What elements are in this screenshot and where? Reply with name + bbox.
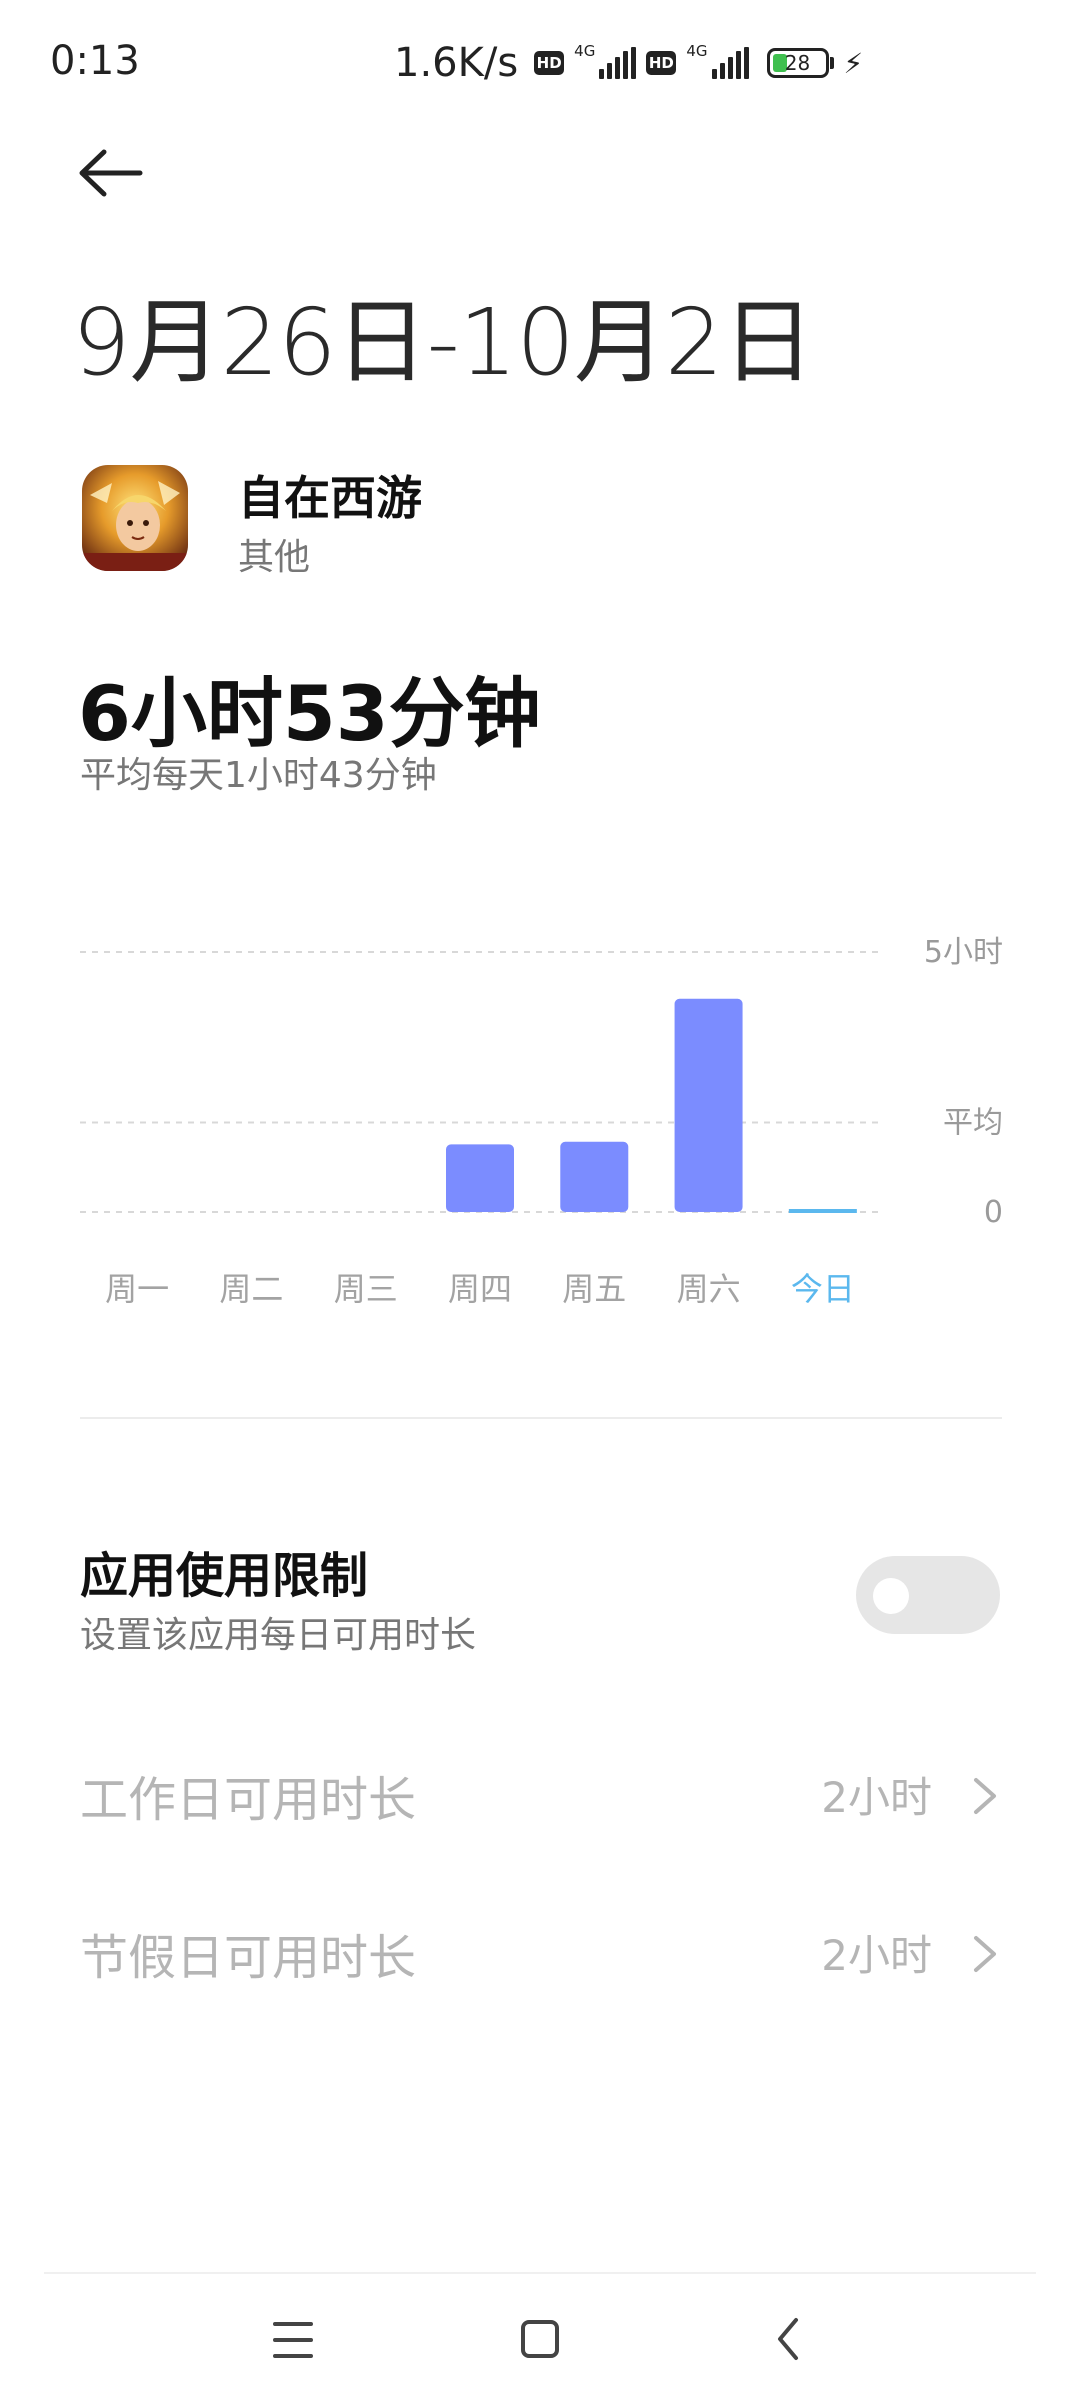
holiday-limit-label: 节假日可用时长 <box>80 1930 417 1986</box>
home-button[interactable] <box>490 2300 590 2380</box>
y-tick-label: 平均 <box>943 1106 1003 1141</box>
x-tick-label: 周三 <box>334 1270 398 1308</box>
battery-icon: 28 <box>766 48 829 78</box>
y-tick-label: 0 <box>984 1195 1003 1230</box>
weekday-limit-label: 工作日可用时长 <box>80 1772 417 1828</box>
x-tick-label: 周五 <box>562 1270 626 1308</box>
section-divider <box>80 1417 1002 1419</box>
hd-icon-2: HD <box>646 51 677 75</box>
signal-icon-2 <box>711 47 749 79</box>
usage-limit-subtitle: 设置该应用每日可用时长 <box>80 1615 477 1656</box>
date-range-title: 9月26日-10月2日 <box>72 289 814 396</box>
x-tick-label: 周四 <box>448 1270 512 1308</box>
usage-bar-chart: 5小时平均 0 周一 周二 周三 周四 周五 周六 今日 <box>80 935 1003 1308</box>
holiday-limit-row[interactable]: 节假日可用时长 2小时 <box>80 1918 1002 1998</box>
charging-icon: ⚡ <box>843 46 864 80</box>
back-icon <box>778 2318 798 2360</box>
toggle-knob <box>873 1578 909 1614</box>
x-tick-label: 今日 <box>791 1270 855 1308</box>
bar-3 <box>446 1144 514 1212</box>
x-tick-label: 周一 <box>105 1270 169 1308</box>
usage-limit-toggle[interactable] <box>856 1556 1000 1634</box>
chevron-right-icon <box>974 1936 996 1972</box>
weekday-limit-value: 2小时 <box>821 1773 932 1822</box>
holiday-limit-value: 2小时 <box>821 1931 932 1980</box>
network-type-2: 4G <box>686 42 708 60</box>
y-tick-label: 5小时 <box>924 935 1003 970</box>
chevron-right-icon <box>974 1778 996 1814</box>
menu-icon <box>273 2322 313 2358</box>
status-bar: 0:13 1.6K/s HD 4G HD 4G 28 ⚡ <box>0 0 1080 130</box>
nav-back-button[interactable] <box>740 2300 840 2380</box>
battery-level: 28 <box>784 51 811 75</box>
app-category: 其他 <box>238 537 311 578</box>
nav-divider <box>44 2272 1036 2274</box>
screen: 0:13 1.6K/s HD 4G HD 4G 28 ⚡ 9月26日-10月2日 <box>0 0 1080 2400</box>
usage-limit-title: 应用使用限制 <box>80 1548 369 1604</box>
back-button[interactable] <box>72 140 152 210</box>
app-name: 自在西游 <box>238 471 422 525</box>
average-usage: 平均每天1小时43分钟 <box>80 755 437 796</box>
hd-icon: HD <box>534 51 565 75</box>
home-icon <box>521 2320 559 2358</box>
network-type: 4G <box>574 42 596 60</box>
bar-5 <box>674 998 743 1212</box>
status-time: 0:13 <box>50 38 140 84</box>
x-tick-label: 周二 <box>219 1270 283 1308</box>
signal-icon <box>599 47 637 79</box>
bar-4 <box>560 1141 629 1212</box>
network-speed: 1.6K/s <box>394 40 519 86</box>
menu-button[interactable] <box>243 2300 343 2380</box>
weekday-limit-row[interactable]: 工作日可用时长 2小时 <box>80 1760 1002 1840</box>
status-indicators: 1.6K/s HD 4G HD 4G 28 ⚡ <box>394 38 863 88</box>
x-tick-label: 周六 <box>677 1270 741 1308</box>
game-app-icon <box>82 465 188 571</box>
back-arrow-icon <box>79 149 143 197</box>
battery-tip <box>829 57 834 69</box>
